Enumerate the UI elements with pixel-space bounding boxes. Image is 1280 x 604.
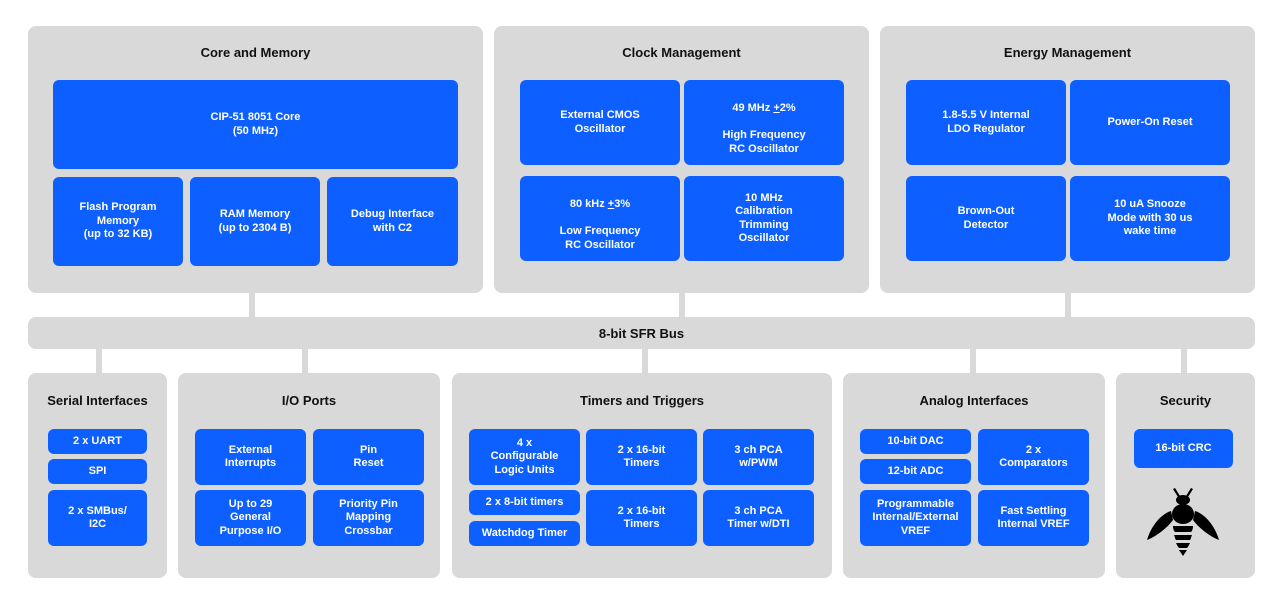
panel-title: Energy Management bbox=[1003, 45, 1132, 60]
block-cpu-core: CIP-51 8051 Core (50 MHz) bbox=[53, 80, 458, 169]
block-crossbar: Priority Pin Mapping Crossbar bbox=[313, 490, 424, 546]
panel-analog-interfaces: Analog Interfaces 10-bit DAC 12-bit ADC … bbox=[843, 373, 1105, 578]
panel-title: Clock Management bbox=[622, 45, 741, 60]
block-description: High Frequency RC Oscillator bbox=[722, 129, 806, 155]
block-pin-reset: Pin Reset bbox=[313, 429, 424, 485]
connector-clock-bus bbox=[679, 293, 685, 317]
block-label: 80 kHz +3% Low Frequency RC Oscillator bbox=[560, 185, 641, 253]
block-flash-memory: Flash Program Memory (up to 32 KB) bbox=[53, 177, 183, 266]
frequency-text: 80 kHz bbox=[569, 198, 608, 211]
panel-title: I/O Ports bbox=[281, 393, 337, 408]
connector-bus-serial bbox=[96, 349, 102, 373]
bee-icon bbox=[1147, 488, 1219, 556]
panel-title: Security bbox=[1159, 393, 1212, 408]
connector-bus-io bbox=[302, 349, 308, 373]
block-snooze-mode: 10 uA Snooze Mode with 30 us wake time bbox=[1070, 176, 1230, 261]
block-adc: 12-bit ADC bbox=[860, 459, 971, 484]
block-programmable-vref: Programmable Internal/External VREF bbox=[860, 490, 971, 546]
panel-clock-management: Clock Management External CMOS Oscillato… bbox=[494, 26, 869, 293]
block-hf-rc-oscillator: 49 MHz +2% High Frequency RC Oscillator bbox=[684, 80, 844, 165]
connector-bus-security bbox=[1181, 349, 1187, 373]
panel-title: Core and Memory bbox=[200, 45, 311, 60]
connector-energy-bus bbox=[1065, 293, 1071, 317]
block-spi: SPI bbox=[48, 459, 147, 484]
block-external-interrupts: External Interrupts bbox=[195, 429, 306, 485]
panel-title: Timers and Triggers bbox=[579, 393, 705, 408]
block-8bit-timers: 2 x 8-bit timers bbox=[469, 490, 580, 515]
block-smbus-i2c: 2 x SMBus/ I2C bbox=[48, 490, 147, 546]
block-lf-rc-oscillator: 80 kHz +3% Low Frequency RC Oscillator bbox=[520, 176, 680, 261]
block-uart: 2 x UART bbox=[48, 429, 147, 454]
block-pca-dti: 3 ch PCA Timer w/DTI bbox=[703, 490, 814, 546]
block-ram-memory: RAM Memory (up to 2304 B) bbox=[190, 177, 320, 266]
block-brown-out-detector: Brown-Out Detector bbox=[906, 176, 1066, 261]
connector-bus-analog bbox=[970, 349, 976, 373]
block-debug-interface: Debug Interface with C2 bbox=[327, 177, 458, 266]
tolerance-text: 3% bbox=[614, 198, 631, 211]
block-gpio: Up to 29 General Purpose I/O bbox=[195, 490, 306, 546]
block-external-cmos-oscillator: External CMOS Oscillator bbox=[520, 80, 680, 165]
connector-bus-timers bbox=[642, 349, 648, 373]
block-calibration-oscillator: 10 MHz Calibration Trimming Oscillator bbox=[684, 176, 844, 261]
panel-io-ports: I/O Ports External Interrupts Pin Reset … bbox=[178, 373, 440, 578]
panel-title: Analog Interfaces bbox=[919, 393, 1029, 408]
panel-core-and-memory: Core and Memory CIP-51 8051 Core (50 MHz… bbox=[28, 26, 483, 293]
block-16bit-timers-a: 2 x 16-bit Timers bbox=[586, 429, 697, 485]
connector-core-bus bbox=[249, 293, 255, 317]
tolerance-text: 2% bbox=[779, 102, 796, 115]
panel-title: Serial Interfaces bbox=[47, 393, 148, 408]
block-16bit-timers-b: 2 x 16-bit Timers bbox=[586, 490, 697, 546]
block-dac: 10-bit DAC bbox=[860, 429, 971, 454]
block-comparators: 2 x Comparators bbox=[978, 429, 1089, 485]
panel-timers-and-triggers: Timers and Triggers 4 x Configurable Log… bbox=[452, 373, 832, 578]
block-fast-settling-vref: Fast Settling Internal VREF bbox=[978, 490, 1089, 546]
frequency-text: 49 MHz bbox=[732, 102, 774, 115]
block-crc: 16-bit CRC bbox=[1134, 429, 1233, 468]
block-description: Low Frequency RC Oscillator bbox=[559, 225, 641, 251]
block-pca-pwm: 3 ch PCA w/PWM bbox=[703, 429, 814, 485]
panel-energy-management: Energy Management 1.8-5.5 V Internal LDO… bbox=[880, 26, 1255, 293]
sfr-bus: 8-bit SFR Bus bbox=[28, 317, 1255, 349]
block-configurable-logic-units: 4 x Configurable Logic Units bbox=[469, 429, 580, 485]
panel-serial-interfaces: Serial Interfaces 2 x UART SPI 2 x SMBus… bbox=[28, 373, 167, 578]
block-ldo-regulator: 1.8-5.5 V Internal LDO Regulator bbox=[906, 80, 1066, 165]
block-label: 49 MHz +2% High Frequency RC Oscillator bbox=[722, 89, 805, 157]
block-power-on-reset: Power-On Reset bbox=[1070, 80, 1230, 165]
block-watchdog-timer: Watchdog Timer bbox=[469, 521, 580, 546]
